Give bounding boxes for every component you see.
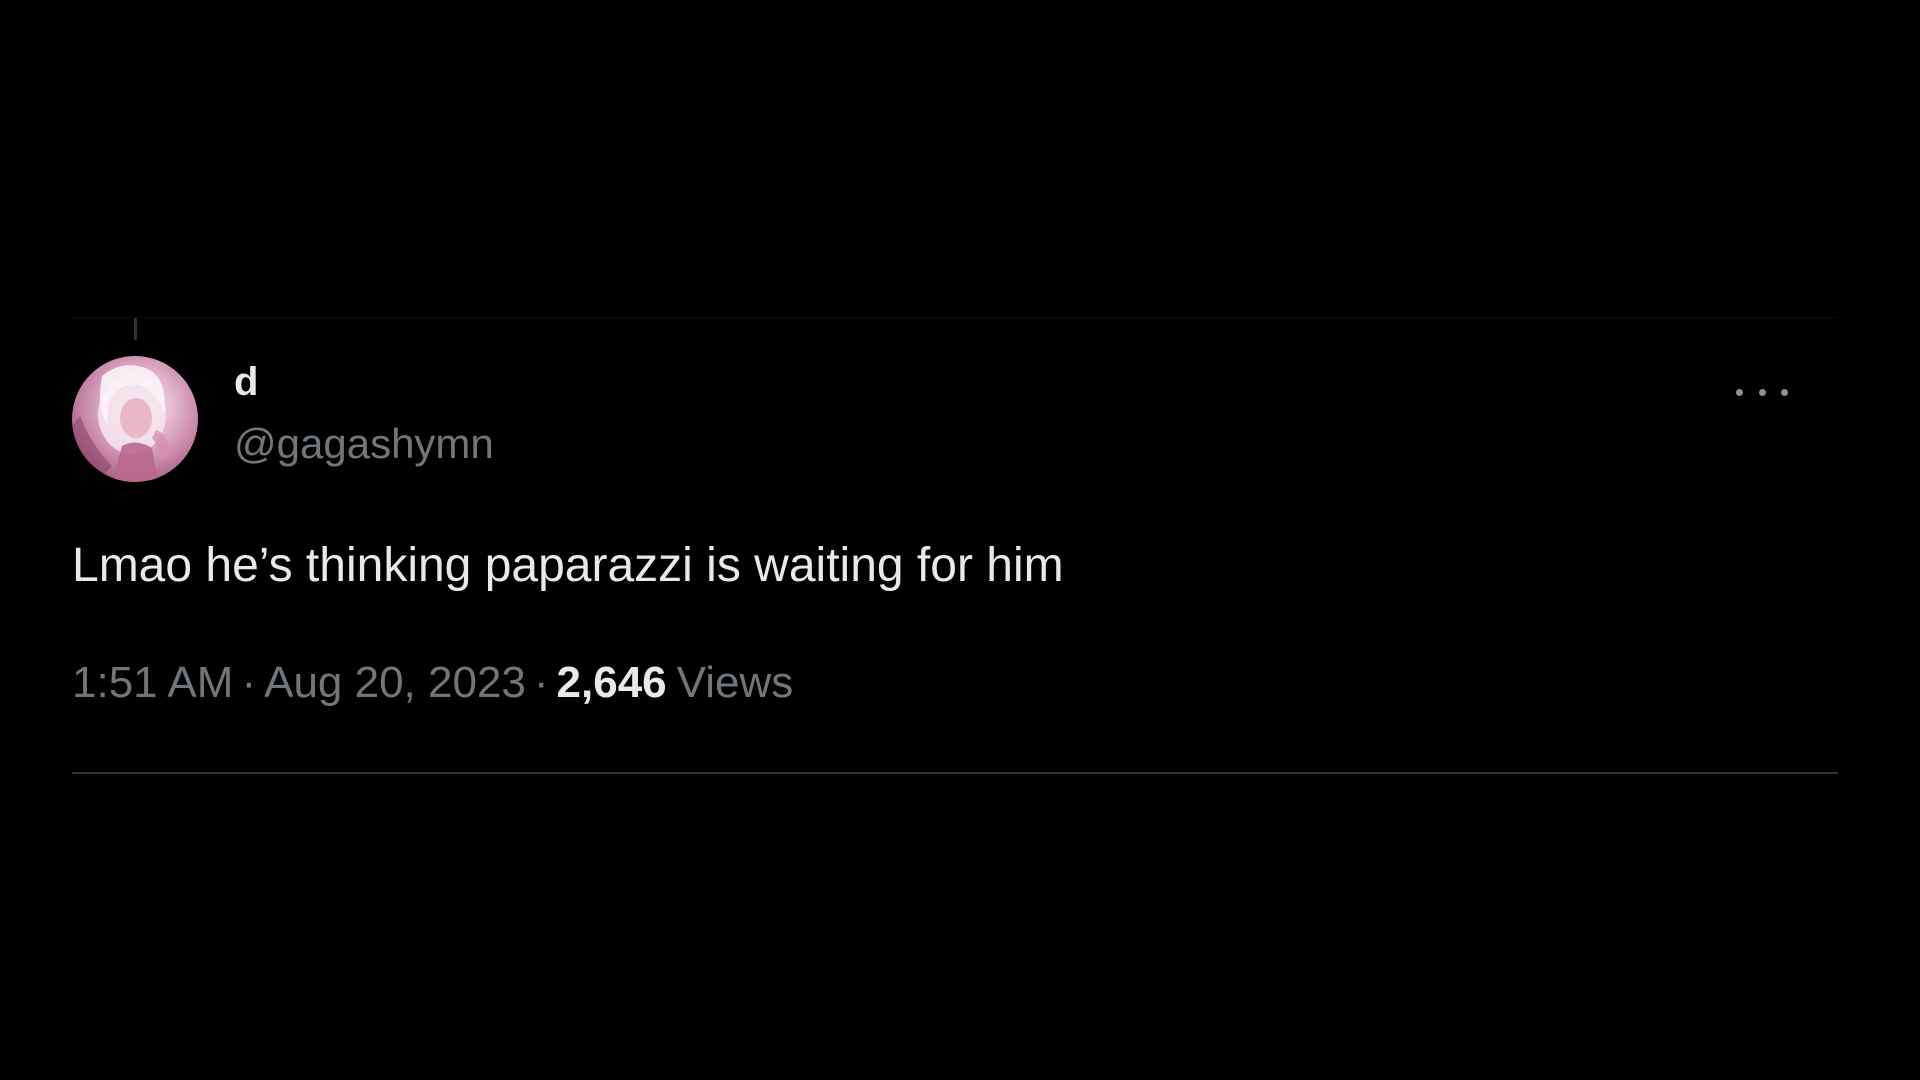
avatar-photo-icon	[72, 365, 170, 482]
tweet-text: Lmao he’s thinking paparazzi is waiting …	[72, 539, 1064, 592]
bottom-divider	[72, 772, 1838, 774]
tweet-time[interactable]: 1:51 AM	[72, 658, 233, 707]
views-count[interactable]: 2,646	[557, 658, 667, 707]
tweet-screenshot: d @gagashymn Lmao he’s thinking paparazz…	[0, 0, 1920, 1080]
display-name[interactable]: d	[234, 360, 494, 404]
more-horizontal-icon	[1736, 388, 1743, 396]
more-horizontal-icon	[1758, 388, 1766, 396]
more-horizontal-icon	[1781, 388, 1788, 396]
user-info: d @gagashymn	[234, 360, 494, 468]
avatar[interactable]	[72, 356, 198, 482]
user-handle[interactable]: @gagashymn	[234, 420, 494, 468]
tweet-metadata: 1:51 AM · Aug 20, 2023 · 2,646 Views	[72, 658, 793, 708]
tweet-date[interactable]: Aug 20, 2023	[264, 658, 526, 707]
thread-connector-line	[134, 318, 137, 340]
meta-separator: ·	[241, 658, 257, 707]
more-options-button[interactable]	[1736, 380, 1788, 404]
top-divider	[72, 317, 1838, 318]
meta-separator: ·	[533, 658, 549, 707]
views-label: Views	[676, 658, 794, 707]
